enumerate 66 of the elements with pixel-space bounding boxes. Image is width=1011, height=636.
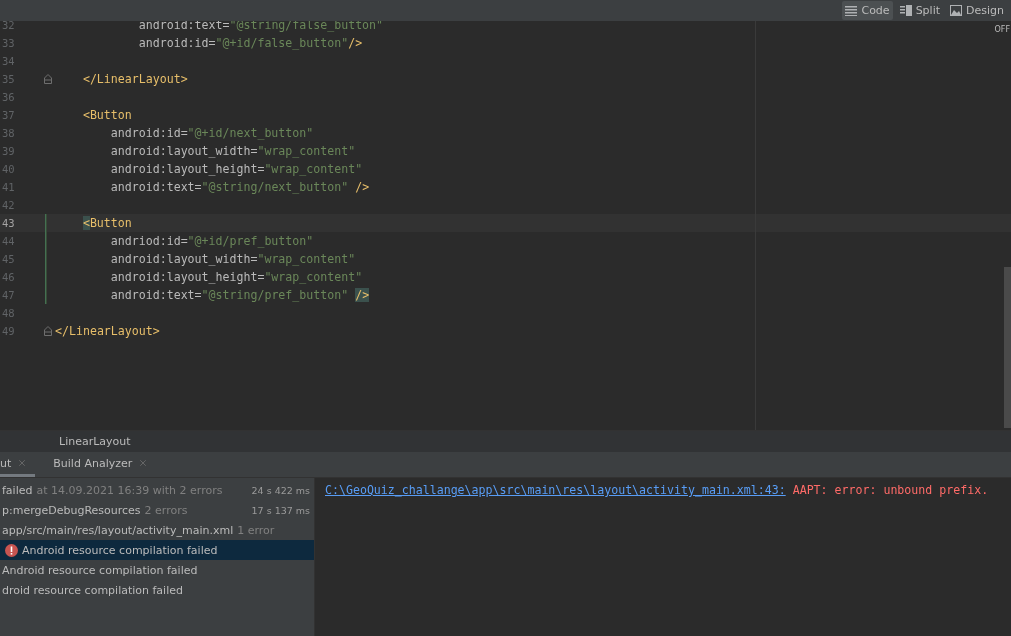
code-line: android:id="@+id/false_button"/> (137, 36, 363, 50)
file-link[interactable]: C:\GeoQuiz_challange\app\src\main\res\layout\activity_main.xml:43: (325, 483, 786, 497)
code-line: android:text="@string/false_button" (137, 21, 384, 32)
code-line: <Button (81, 108, 132, 122)
mode-button[interactable]: Code (842, 1, 893, 20)
code-line: andriod:id="@+id/pref_button" (109, 234, 314, 248)
line-number: 48 (1, 307, 16, 319)
code-line: android:layout_height="wrap_content" (109, 270, 363, 284)
row-detail: 1 error (237, 523, 275, 537)
tree-row[interactable]: Android resource compilation failed (0, 540, 314, 560)
row-detail: 2 errors (144, 503, 188, 517)
error-message: AAPT: error: unbound prefix. (792, 483, 989, 497)
code-line: android:layout_height="wrap_content" (109, 162, 363, 176)
close-icon[interactable] (138, 458, 149, 468)
line-number: 33 (1, 37, 16, 49)
row-label: app/src/main/res/layout/activity_main.xml (2, 523, 234, 537)
tree-row[interactable]: Android resource compilation failed (0, 560, 314, 580)
tree-row[interactable]: failed at 14.09.2021 16:39 with 2 errors 24 s 422 ms (0, 480, 314, 500)
line-number: 40 (1, 163, 16, 175)
line-number: 46 (1, 271, 16, 283)
line-number: 34 (1, 55, 16, 67)
row-time: 17 s 137 ms (251, 504, 310, 516)
line-number: 44 (1, 235, 16, 247)
row-label: Android resource compilation failed (22, 543, 218, 557)
scrollbar-thumb[interactable] (1004, 267, 1011, 428)
row-label: Android resource compilation failed (2, 563, 198, 577)
code-line: </LinearLayout> (55, 324, 160, 338)
row-label: droid resource compilation failed (2, 583, 183, 597)
tool-tab[interactable]: Build Analyzer (43, 452, 157, 477)
line-number: 43 (1, 217, 16, 229)
tree-row[interactable]: p:mergeDebugResources 2 errors 17 s 137 ms (0, 500, 314, 520)
line-number: 38 (1, 127, 16, 139)
fold-icon[interactable] (43, 74, 52, 84)
power-save-label: OFF (994, 25, 1010, 34)
row-time: 24 s 422 ms (251, 484, 310, 496)
tree-row[interactable]: droid resource compilation failed (0, 580, 314, 600)
row-label: failed (2, 483, 33, 497)
error-icon (5, 543, 18, 557)
code-line: </LinearLayout> (81, 72, 188, 86)
code-line: android:text="@string/pref_button" /> (109, 288, 370, 302)
line-number: 45 (1, 253, 16, 265)
code-line: android:id="@+id/next_button" (109, 126, 314, 140)
tree-row[interactable]: app/src/main/res/layout/activity_main.xml 1 error (0, 520, 314, 540)
row-detail: at 14.09.2021 16:39 with 2 errors (36, 483, 223, 497)
code-line: android:text="@string/next_button" /> (109, 180, 370, 194)
breadcrumb[interactable]: LinearLayout (59, 435, 131, 448)
lines-icon (845, 5, 858, 16)
line-number: 32 (1, 21, 16, 31)
code-line: <Button (81, 216, 132, 230)
line-number: 47 (1, 289, 16, 301)
mode-button[interactable]: Design (947, 1, 1007, 20)
mode-button[interactable]: Split (896, 1, 943, 20)
fold-icon[interactable] (43, 326, 52, 336)
row-label: p:mergeDebugResources (2, 503, 141, 517)
line-number: 35 (1, 73, 16, 85)
split-view-icon (899, 5, 912, 16)
line-number: 37 (1, 109, 16, 121)
line-number: 36 (1, 91, 16, 103)
code-line: android:layout_width="wrap_content" (109, 252, 356, 266)
line-number: 41 (1, 181, 16, 193)
line-number: 42 (1, 199, 16, 211)
line-number: 39 (1, 145, 16, 157)
line-number: 49 (1, 325, 16, 337)
close-icon[interactable] (17, 458, 28, 468)
code-line: android:layout_width="wrap_content" (109, 144, 356, 158)
image-icon (950, 5, 962, 16)
